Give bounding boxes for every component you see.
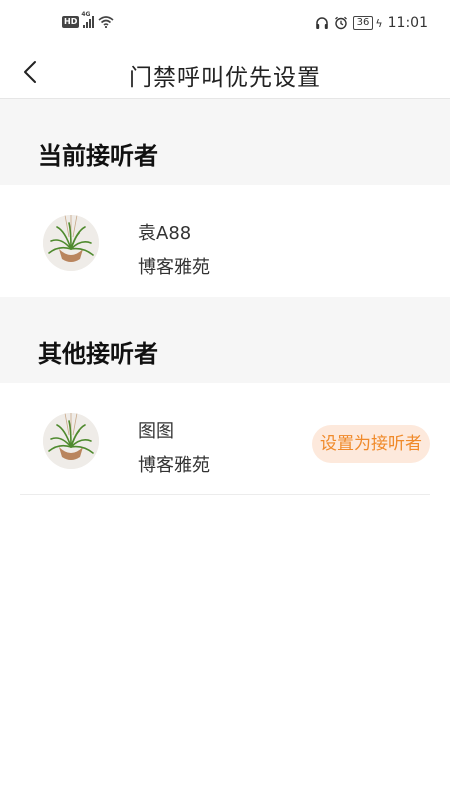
section-title-other: 其他接听者 (38, 340, 158, 368)
battery-icon: 36 (352, 16, 374, 30)
charging-icon: ϟ (375, 16, 383, 30)
status-right: 36 ϟ 11:01 (315, 15, 428, 31)
list-item: 图图 博客雅苑 设置为接听者 (0, 383, 450, 495)
signal-icon: 4G (81, 11, 95, 28)
plant-avatar (43, 215, 99, 271)
headphone-icon (315, 17, 328, 29)
wifi-icon (98, 16, 114, 28)
hd-badge: HD (62, 16, 80, 28)
network-gen: 4G (81, 11, 91, 18)
status-bar: HD 4G 36 ϟ 11:01 (0, 0, 450, 48)
alarm-icon (334, 16, 347, 30)
plant-avatar (43, 413, 99, 469)
status-left: HD 4G (62, 11, 114, 28)
set-as-answerer-button[interactable]: 设置为接听者 (312, 425, 430, 463)
person-name: 图图 (138, 421, 174, 442)
community-name: 博客雅苑 (138, 257, 210, 278)
avatar (43, 215, 99, 271)
current-section-header: 当前接听者 (0, 99, 450, 185)
nav-header: 门禁呼叫优先设置 (0, 48, 450, 99)
other-section-header: 其他接听者 (0, 297, 450, 383)
avatar (43, 413, 99, 469)
clock: 11:01 (387, 15, 428, 31)
list-item: 袁A88 博客雅苑 (0, 185, 450, 297)
person-name: 袁A88 (138, 223, 192, 244)
section-title-current: 当前接听者 (38, 142, 158, 170)
divider (20, 494, 430, 495)
page-title: 门禁呼叫优先设置 (129, 65, 321, 91)
community-name: 博客雅苑 (138, 455, 210, 476)
